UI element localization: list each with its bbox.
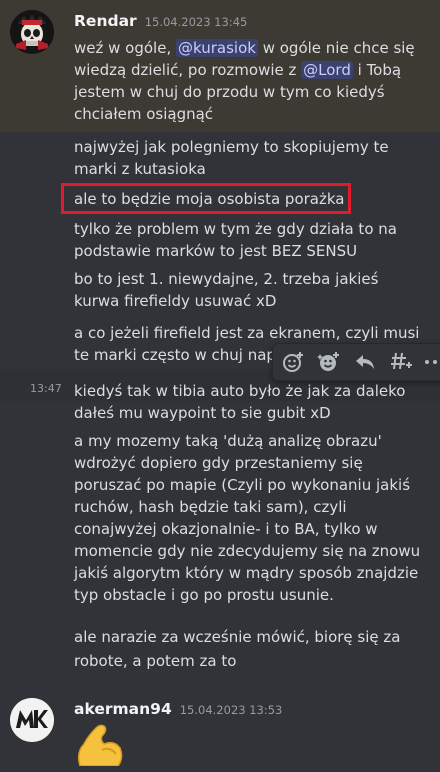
message-line: weź w ogóle, @kurasiok w ogóle nie chce … [74,37,415,59]
message-line: najwyżej jak polegniemy to skopiujemy te [74,138,389,156]
message-line: kiedyś tak w tibia auto było że jak za d… [74,382,406,400]
annotation-box [61,183,351,214]
mention-kurasiok[interactable]: @kurasiok [176,39,258,57]
reply-icon[interactable] [353,350,377,374]
message-header: Rendar 15.04.2023 13:45 [74,10,247,33]
message-line: poruszać po mapie (Czyli po wykonaniu ja… [74,476,411,494]
message-timestamp: 15.04.2023 13:53 [179,703,283,717]
add-reaction-icon[interactable] [281,350,305,374]
message-line: robote, a potem za to [74,652,237,670]
message-line: marki z kutasioka [74,160,206,178]
message-text: weź w ogóle, [74,39,172,57]
message-line: ale narazie za wcześnie mówić, biorę się… [74,628,401,646]
message-line: momencie gdy nie zdecydujemy się na znow… [74,542,421,560]
message-line: dałeś mu waypoint to sie gubit xD [74,404,331,422]
create-thread-icon[interactable] [389,350,413,374]
message-line: bo to jest 1. niewydajne, 2. trzeba jaki… [74,270,379,288]
mention-lord[interactable]: @Lord [301,61,353,79]
flexed-biceps-emoji [74,722,124,767]
message-line: jestem w chuj do przodu w tym co kiedyś [74,83,385,101]
username-akerman94[interactable]: akerman94 [74,700,172,718]
message-line: ruchów, hash będzie taki sam), czyli [74,498,347,516]
super-reaction-icon[interactable] [317,350,341,374]
message-line: wdrożyć dopiero gdy przestaniemy się [74,454,363,472]
message-line: wiedzą dzielić, po rozmowie z @Lord i To… [74,59,401,81]
message-line: te marki często w chuj napi [74,346,281,364]
more-icon[interactable] [423,350,440,374]
message-toolbar [272,343,440,381]
message-line: tylko że problem w tym że gdy działa to … [74,220,397,238]
message-line: podstawie marków to jest BEZ SENSU [74,242,358,260]
username-rendar[interactable]: Rendar [74,12,137,30]
message-line: jakiś algorytm który w mądry sposób znaj… [74,564,419,582]
avatar-akerman94[interactable] [10,698,54,742]
message-text: w ogóle nie chce się [257,39,415,57]
message-text: i Tobą [352,61,402,79]
message-header: akerman94 15.04.2023 13:53 [74,698,282,721]
message-text: wiedzą dzielić, po rozmowie z [74,61,302,79]
message-line: kurwa firefieldy usuwać xD [74,292,277,310]
message-line: conajwyżej okazjonalnie- i to BA, tylko … [74,520,378,538]
avatar-rendar[interactable] [10,10,54,54]
message-line: chciałem osiągnąć [74,105,214,123]
hover-timestamp: 13:47 [30,382,62,395]
message-line: typ obstacle i go po prostu usunie. [74,586,334,604]
message-timestamp: 15.04.2023 13:45 [144,15,248,29]
message-line: a my mozemy taką 'dużą analizę obrazu' [74,432,382,450]
message-line: a co jeżeli firefield jest za ekranem, c… [74,324,420,342]
